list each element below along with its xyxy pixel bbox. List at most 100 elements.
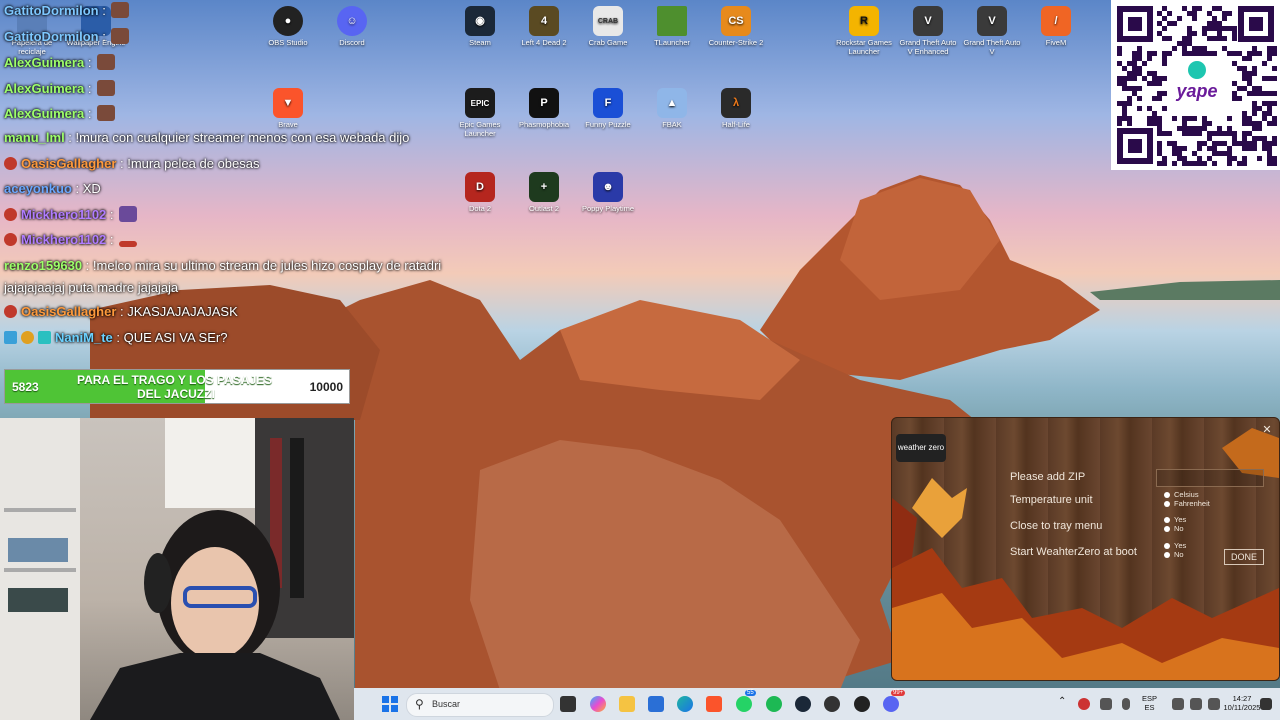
discord-taskbar-icon[interactable]: 99+ [883,690,906,712]
done-button[interactable]: DONE [1224,549,1264,565]
zip-input[interactable] [1156,469,1264,487]
close-tray-yes-radio[interactable]: Yes [1164,515,1186,524]
clock[interactable]: 14:27 10/11/2025 [1222,694,1262,712]
crab-game-icon[interactable]: CRAB Crab Game [576,6,640,47]
counter-strike-2-icon[interactable]: CS Counter-Strike 2 [704,6,768,47]
brave-taskbar-icon[interactable] [706,696,722,712]
chat-message: AlexGuimera : [4,80,116,96]
user-badge-icon [4,157,17,170]
fahrenheit-radio[interactable]: Fahrenheit [1164,499,1210,508]
emote-icon [111,28,130,44]
qr-module [1207,51,1212,56]
funny-puzzle-icon[interactable]: F Funny Puzzle [576,88,640,129]
tlauncher-icon[interactable]: TLauncher [640,6,704,47]
qr-module [1267,106,1272,111]
half-life-icon[interactable]: λ Half-Life [704,88,768,129]
steam-icon[interactable]: ◉ Steam [448,6,512,47]
notification-bell-icon[interactable] [1260,698,1272,710]
qr-module [1152,81,1157,86]
qr-module [1252,126,1257,131]
copilot-icon[interactable] [590,696,606,712]
chat-message: Mickhero1102 : [4,206,138,222]
qr-module [1202,141,1207,146]
qr-module [1202,121,1207,126]
qr-module [1187,36,1192,41]
qr-module [1182,36,1187,41]
brave-icon[interactable]: ▼ Brave [256,88,320,129]
boot-no-radio[interactable]: No [1164,550,1186,559]
qr-module [1182,51,1187,56]
celsius-radio[interactable]: Celsius [1164,490,1210,499]
qr-module [1132,91,1137,96]
language-indicator[interactable]: ESP ES [1142,694,1157,712]
close-to-tray-options: Yes No [1164,515,1186,533]
close-icon[interactable]: ✕ [1261,424,1273,436]
xbox-icon[interactable] [824,696,840,712]
chat-username: GatitoDormilon [4,29,99,44]
boot-yes-radio[interactable]: Yes [1164,541,1186,550]
qr-module [1252,146,1257,151]
qr-module [1272,156,1277,161]
epic-games-icon[interactable]: EPIC Epic Games Launcher [448,88,512,138]
qr-module [1187,131,1192,136]
qr-module [1182,6,1187,11]
fivem-icon[interactable]: / FiveM [1024,6,1088,47]
qr-module [1147,81,1152,86]
qr-module [1237,141,1242,146]
qr-module [1272,161,1277,166]
qr-module [1247,76,1252,81]
microphone-icon[interactable] [1122,698,1130,710]
task-view-icon[interactable] [560,696,576,712]
outlast-2-icon[interactable]: + Outlast 2 [512,172,576,213]
chat-text: !mura pelea de obesas [127,156,260,171]
qr-module [1162,56,1167,61]
qr-module [1157,116,1162,121]
qr-module [1192,151,1197,156]
qr-module [1172,116,1177,121]
obs-studio-icon[interactable]: ● OBS Studio [256,6,320,47]
qr-module [1252,136,1257,141]
volume-icon[interactable] [1190,698,1202,710]
qr-module [1167,21,1172,26]
qr-module [1127,86,1132,91]
spotify-icon[interactable] [766,696,782,712]
file-explorer-icon[interactable] [619,696,635,712]
network-icon[interactable] [1100,698,1112,710]
qr-module [1147,71,1152,76]
sub-badge-icon [4,331,17,344]
qr-module [1162,76,1167,81]
taskbar-search[interactable]: ⚲ Buscar [406,693,554,717]
discord-icon[interactable]: ☺ Discord [320,6,384,47]
qr-module [1227,151,1232,156]
gta-v-icon[interactable]: V Grand Theft Auto V [960,6,1024,56]
user-badge-icon [4,208,17,221]
microsoft-store-icon[interactable] [648,696,664,712]
battery-icon[interactable] [1208,698,1220,710]
qr-module [1202,116,1207,121]
poppy-playtime-icon[interactable]: ☻ Poppy Playtime [576,172,640,213]
qr-module [1157,126,1162,131]
tray-app-icon[interactable] [1078,698,1090,710]
wifi-icon[interactable] [1172,698,1184,710]
radio-dot-icon [1164,552,1170,559]
chat-text: QUE ASI VA SEr? [123,330,228,345]
rockstar-launcher-icon[interactable]: R Rockstar Games Launcher [832,6,896,56]
left-4-dead-2-icon[interactable]: 4 Left 4 Dead 2 [512,6,576,47]
whatsapp-icon[interactable]: 55 [736,690,756,712]
edge-icon[interactable] [677,696,693,712]
qr-module [1182,161,1187,166]
close-tray-no-radio[interactable]: No [1164,524,1186,533]
qr-module [1252,91,1257,96]
gta-v-enhanced-icon[interactable]: V Grand Theft Auto V Enhanced [896,6,960,56]
qr-module [1187,126,1192,131]
chat-message: aceyonkuo : XD [4,181,101,196]
fbak-icon[interactable]: ▲ FBAK [640,88,704,129]
phasmophobia-icon[interactable]: P Phasmophobia [512,88,576,129]
tray-chevron-up-icon[interactable]: ⌃ [1058,696,1066,707]
qr-module [1272,121,1277,126]
dota-2-icon[interactable]: D Dota 2 [448,172,512,213]
obs-taskbar-icon[interactable] [854,696,870,712]
qr-module [1272,76,1277,81]
start-button[interactable] [382,696,398,712]
steam-taskbar-icon[interactable] [795,696,811,712]
